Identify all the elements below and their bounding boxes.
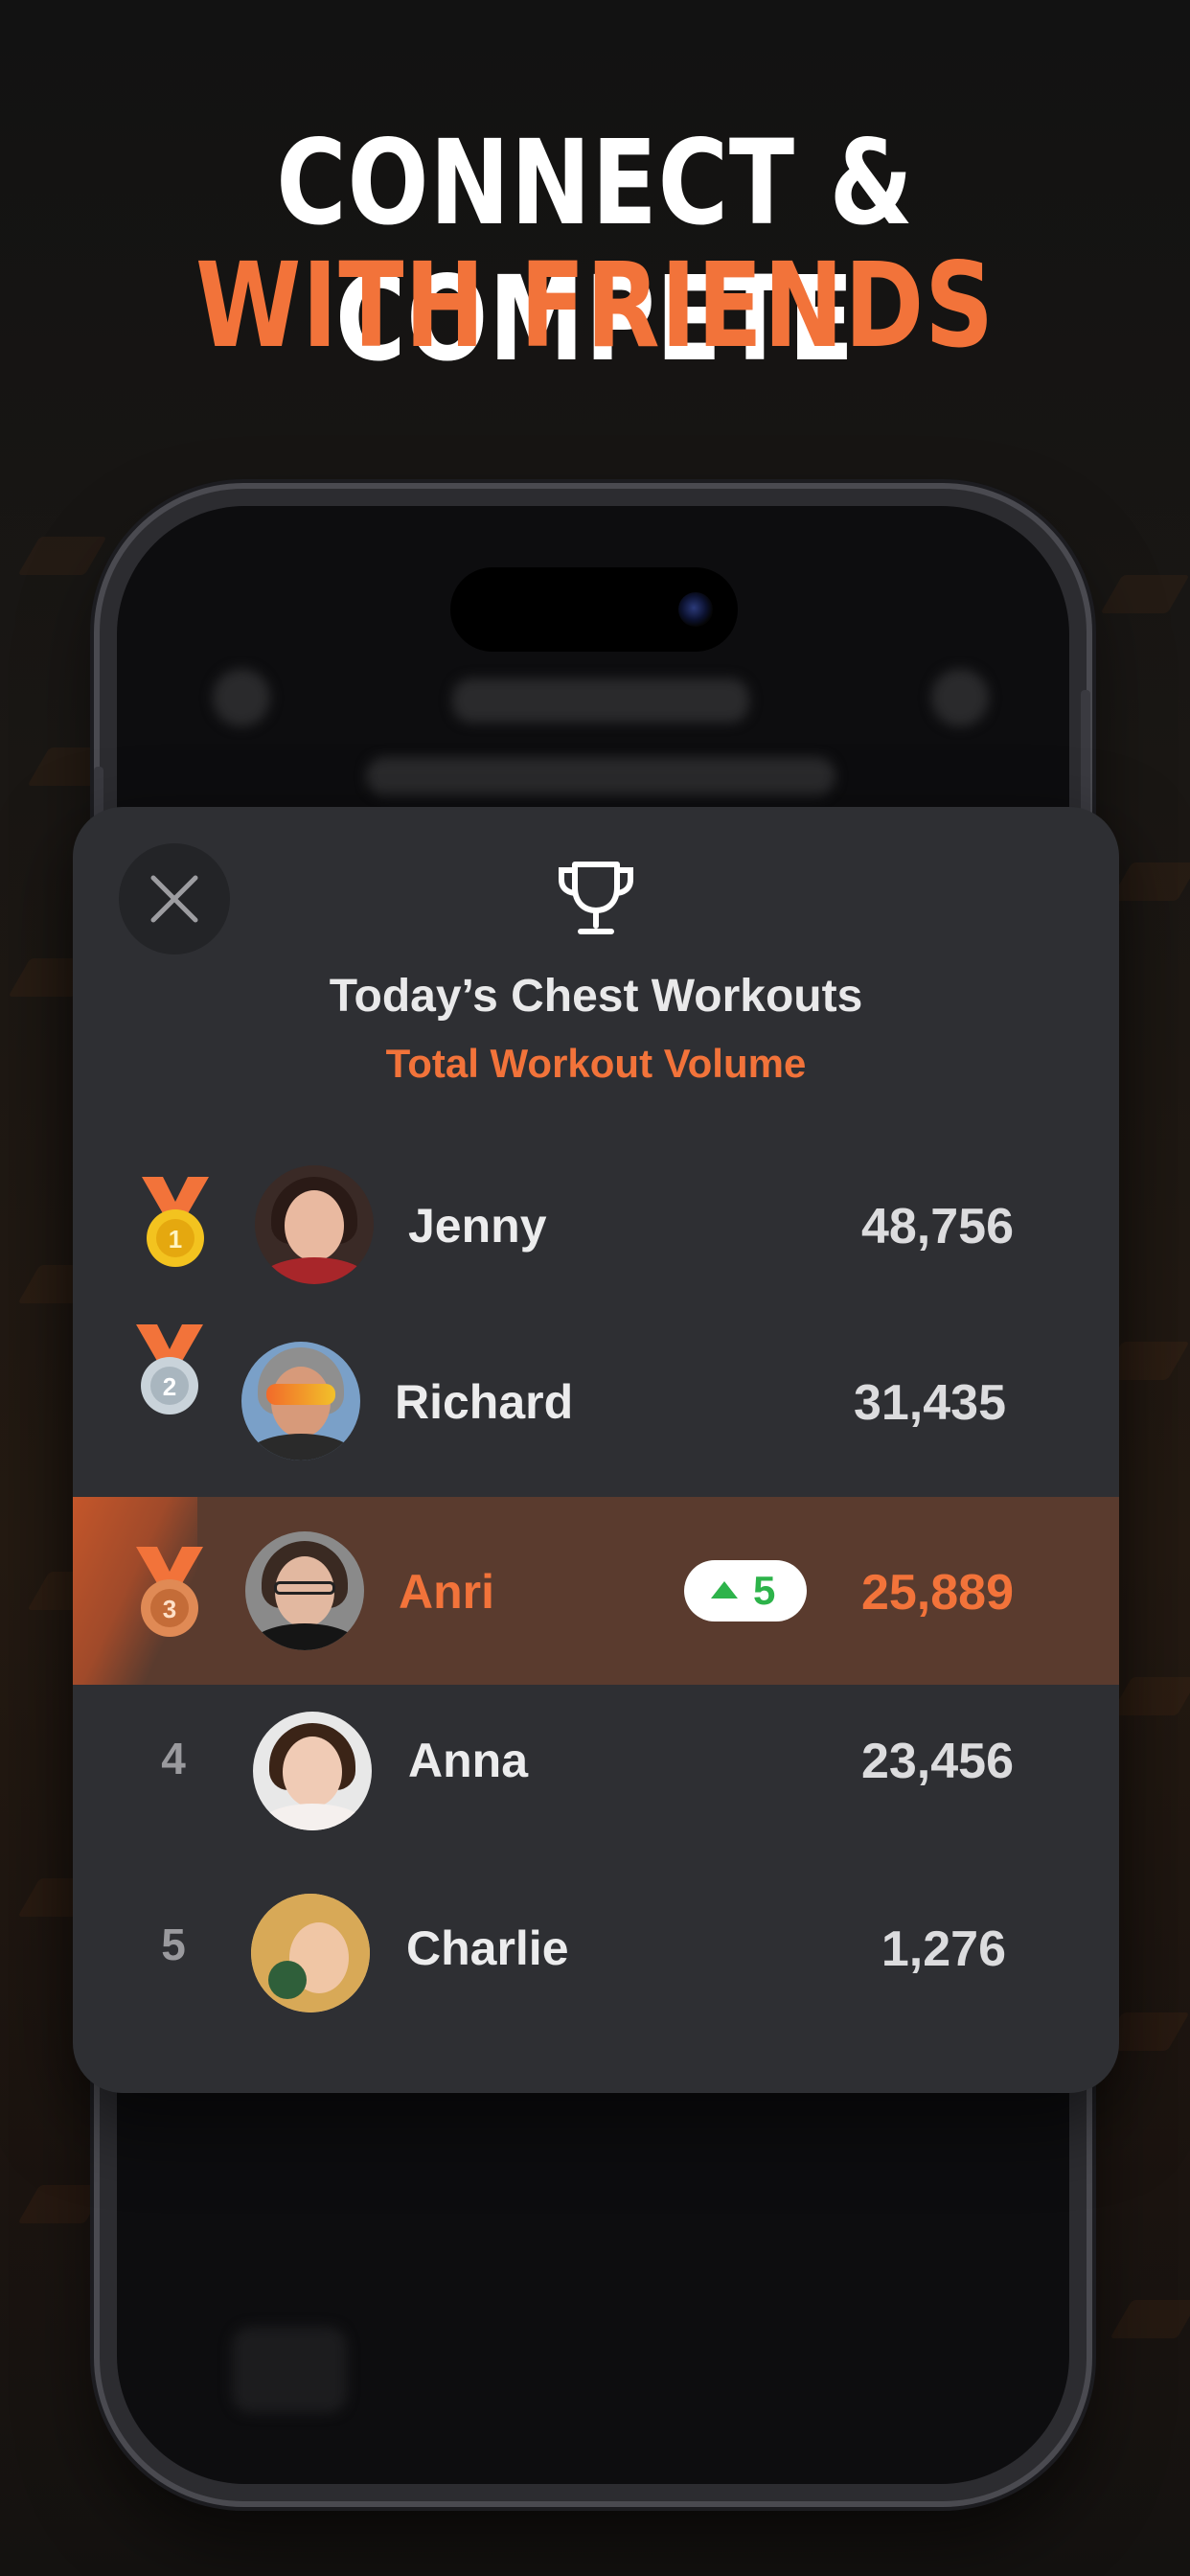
player-score: 1,276 — [881, 1921, 1006, 1977]
leaderboard-modal: Today’s Chest Workouts Total Workout Vol… — [73, 807, 1119, 2093]
leaderboard-row[interactable]: 2 Richard 31,435 — [73, 1315, 1119, 1478]
modal-title: Today’s Chest Workouts — [329, 971, 863, 1022]
leaderboard-row[interactable]: 1 Jenny 48,756 — [73, 1146, 1119, 1309]
avatar — [253, 1712, 372, 1830]
arrow-up-icon — [711, 1581, 738, 1598]
rank-number: 5 — [161, 1920, 186, 1969]
player-name: Anri — [399, 1565, 494, 1619]
player-score: 25,889 — [860, 1565, 1014, 1621]
close-button[interactable] — [119, 843, 230, 954]
medal-rank-label: 3 — [163, 1595, 176, 1623]
player-score: 48,756 — [860, 1199, 1014, 1254]
gold-medal-icon: 1 — [142, 1177, 209, 1267]
leaderboard-row[interactable]: 5 Charlie 1,276 — [73, 1892, 1119, 2055]
medal-rank-label: 2 — [163, 1372, 176, 1401]
silver-medal-icon: 2 — [136, 1324, 203, 1414]
rank-change-badge: 5 — [684, 1560, 807, 1622]
medal-rank-label: 1 — [169, 1225, 182, 1254]
trophy-icon — [559, 862, 633, 934]
player-name: Charlie — [406, 1921, 569, 1975]
player-score: 23,456 — [860, 1734, 1014, 1789]
leaderboard-row-current-user[interactable]: 3 Anri 5 25,889 — [73, 1497, 1119, 1685]
leaderboard-row[interactable]: 4 Anna 23,456 — [73, 1708, 1119, 1871]
close-icon — [150, 875, 198, 923]
rank-change-count: 5 — [753, 1568, 776, 1613]
avatar — [241, 1342, 360, 1460]
camera-icon — [678, 592, 713, 627]
avatar — [251, 1894, 370, 2012]
player-score: 31,435 — [853, 1375, 1006, 1431]
player-name: Anna — [408, 1734, 528, 1787]
rank-number: 4 — [161, 1734, 186, 1783]
player-name: Jenny — [408, 1199, 547, 1253]
player-name: Richard — [395, 1375, 574, 1429]
headline-line-2: WITH FRIENDS — [195, 238, 995, 374]
avatar — [245, 1531, 364, 1650]
avatar — [255, 1165, 374, 1284]
bronze-medal-icon: 3 — [136, 1547, 203, 1637]
dynamic-island — [450, 567, 738, 652]
modal-subtitle: Total Workout Volume — [385, 1041, 807, 1086]
